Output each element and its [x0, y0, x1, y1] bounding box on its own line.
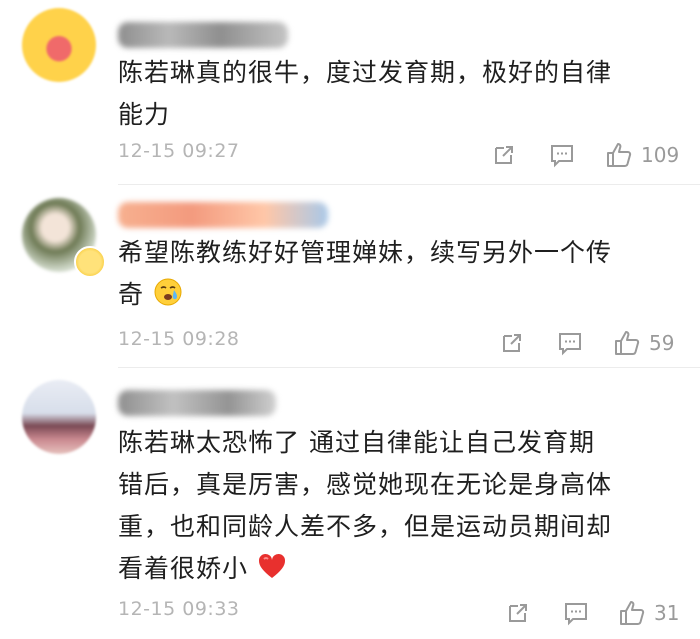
- comment-item: 陈若琳太恐怖了 通过自律能让自己发育期 错后，真是厉害，感觉她现在无论是身高体 …: [0, 368, 700, 639]
- comment-icon: [565, 603, 587, 626]
- verified-badge-icon: [74, 246, 106, 278]
- like-thumb-icon: [615, 331, 640, 355]
- comment-text-line: 看着很娇小: [118, 548, 678, 590]
- comment-text-line: 能力: [118, 100, 171, 129]
- comment-text-line: 奇: [118, 274, 678, 316]
- share-button[interactable]: [490, 140, 518, 170]
- comment-text-line: 陈若琳真的很牛，度过发育期，极好的自律: [118, 58, 613, 87]
- like-thumb-icon: [620, 601, 645, 625]
- share-icon: [503, 334, 521, 352]
- comment-text: 希望陈教练好好管理婵妹，续写另外一个传 奇: [118, 232, 678, 316]
- like-button[interactable]: 59: [613, 328, 674, 358]
- avatar[interactable]: [22, 380, 96, 454]
- avatar[interactable]: [22, 8, 96, 82]
- like-thumb-icon: [607, 143, 632, 167]
- share-icon: [509, 604, 527, 622]
- comment-button[interactable]: [556, 328, 584, 358]
- comment-text-line: 重，也和同龄人差不多，但是运动员期间却: [118, 512, 613, 541]
- blurred-username[interactable]: [118, 390, 276, 416]
- comment-text-segment: 奇: [118, 280, 145, 309]
- weep-emoji-icon: [154, 278, 182, 306]
- share-button[interactable]: [504, 598, 532, 628]
- comment-icon: [551, 145, 573, 168]
- blurred-username[interactable]: [118, 22, 288, 48]
- share-icon: [495, 146, 513, 164]
- comment-meta: 12-15 09:28 59: [0, 328, 700, 358]
- comment-text-line: 陈若琳太恐怖了 通过自律能让自己发育期: [118, 428, 595, 457]
- comment-button[interactable]: [562, 598, 590, 628]
- comment-text-line: 错后，真是厉害，感觉她现在无论是身高体: [118, 470, 613, 499]
- like-count: 109: [641, 143, 680, 167]
- comment-icon: [559, 333, 581, 356]
- comment-text-segment: 看着很娇小: [118, 554, 249, 583]
- like-button[interactable]: 31: [618, 598, 679, 628]
- like-count: 59: [649, 331, 675, 355]
- like-button[interactable]: 109: [605, 140, 679, 170]
- comment-item: 陈若琳真的很牛，度过发育期，极好的自律 能力 12-15 09:27 109: [0, 0, 700, 186]
- comment-item: 希望陈教练好好管理婵妹，续写另外一个传 奇 12-15 09:28 59: [0, 186, 700, 368]
- comment-text: 陈若琳真的很牛，度过发育期，极好的自律 能力: [118, 52, 678, 136]
- red-heart-icon: [258, 553, 285, 578]
- comment-time: 12-15 09:33: [118, 598, 240, 620]
- comment-time: 12-15 09:27: [118, 140, 240, 162]
- blurred-username[interactable]: [118, 202, 328, 228]
- comment-time: 12-15 09:28: [118, 328, 240, 350]
- like-count: 31: [654, 601, 680, 625]
- divider: [118, 184, 700, 185]
- comment-text-line: 希望陈教练好好管理婵妹，续写另外一个传: [118, 238, 613, 267]
- comment-meta: 12-15 09:33 31: [0, 598, 700, 628]
- share-button[interactable]: [498, 328, 526, 358]
- comment-meta: 12-15 09:27 109: [0, 140, 700, 170]
- comment-text: 陈若琳太恐怖了 通过自律能让自己发育期 错后，真是厉害，感觉她现在无论是身高体 …: [118, 422, 678, 590]
- comment-button[interactable]: [548, 140, 576, 170]
